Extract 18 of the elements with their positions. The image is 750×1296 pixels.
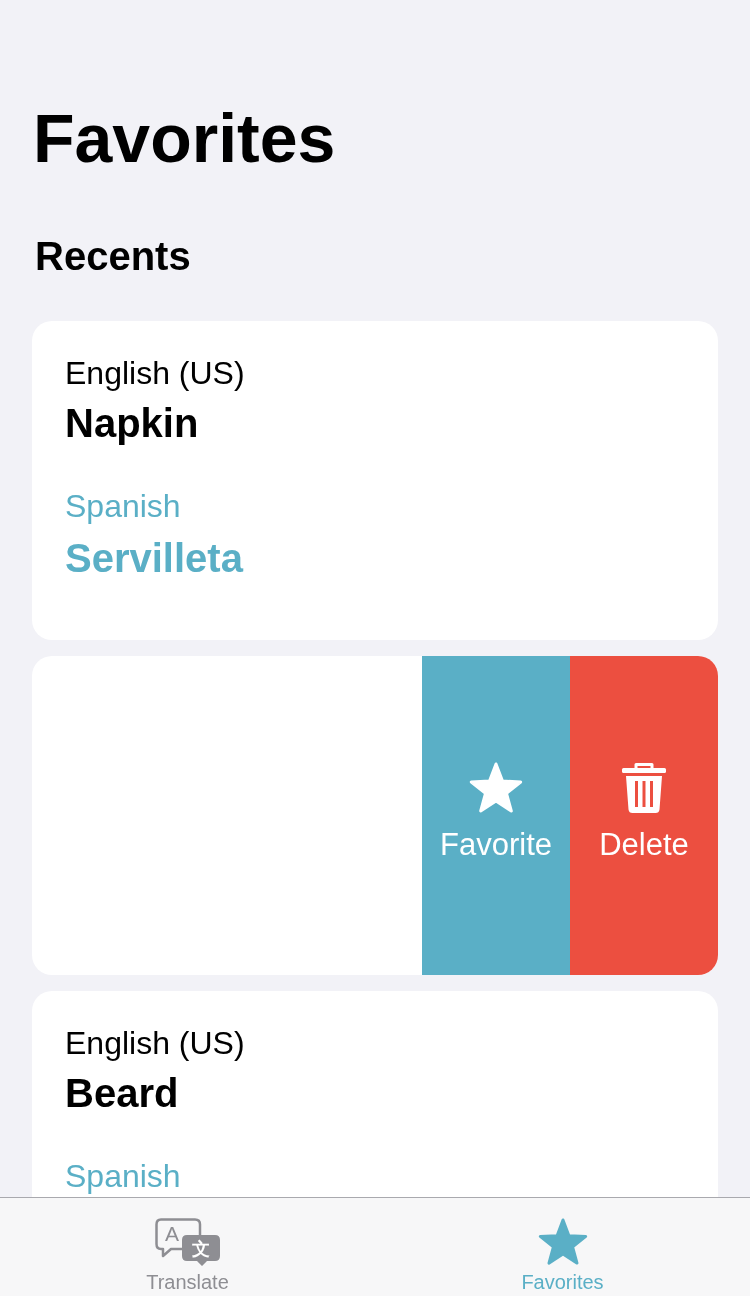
favorite-button[interactable]: Favorite <box>422 656 570 975</box>
translation-card[interactable]: English (US) Napkin Spanish Servilleta <box>32 321 718 640</box>
delete-button[interactable]: Delete <box>570 656 718 975</box>
source-language-label: English (US) <box>65 1027 245 1059</box>
section-title: Recents <box>35 233 191 280</box>
translation-card[interactable]: English (US) Beard Spanish <box>32 991 718 1197</box>
target-word: Servilleta <box>65 535 243 582</box>
target-language-label: Spanish <box>65 490 181 522</box>
target-language-label: Spanish <box>65 1160 181 1192</box>
star-icon <box>469 761 523 814</box>
source-language-label: English (US) <box>65 357 245 389</box>
tab[interactable]: A 文 Translate <box>0 1198 375 1296</box>
source-word: Beard <box>65 1070 179 1117</box>
star-icon <box>537 1218 588 1266</box>
tab[interactable]: Favorites <box>375 1198 750 1296</box>
trash-icon <box>621 761 667 814</box>
source-word: Napkin <box>65 400 199 447</box>
page-title: Favorites <box>33 99 336 178</box>
